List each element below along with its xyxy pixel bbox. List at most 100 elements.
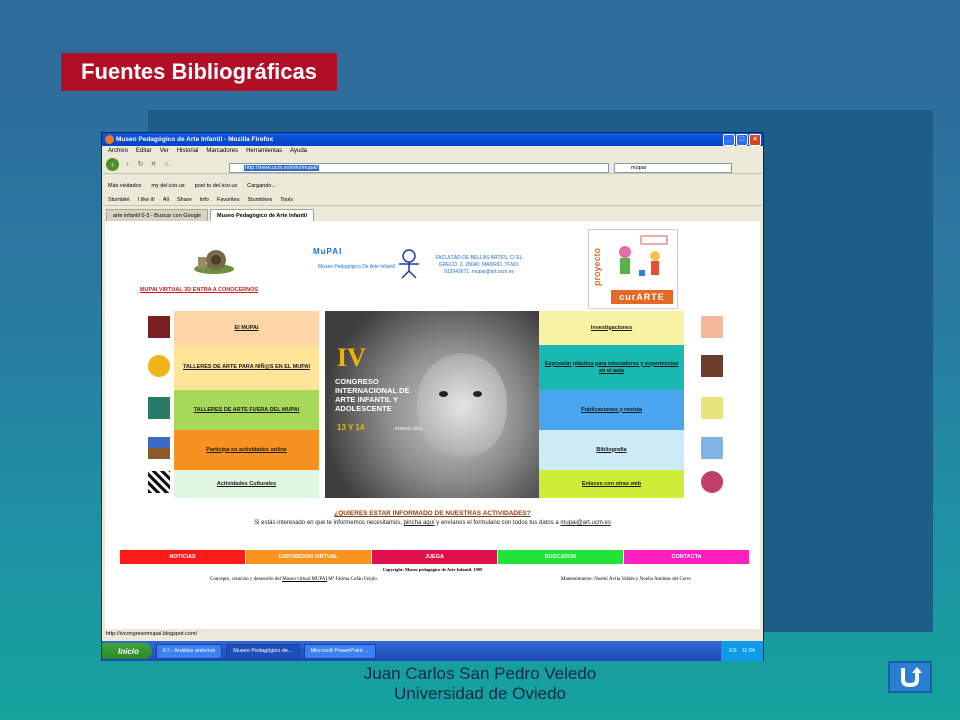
- stumble-button[interactable]: StumbleI: [108, 197, 130, 203]
- nav-contacta[interactable]: CONTACTA: [624, 550, 750, 564]
- tile-expresion-plastica[interactable]: Expresión plástica para educadores y exp…: [539, 345, 684, 390]
- snail-sculpture-icon[interactable]: [192, 247, 234, 275]
- status-bar: http://ivcongresomupai.blogspot.com/: [106, 631, 198, 637]
- menu-ver[interactable]: Ver: [160, 148, 169, 154]
- maximize-button[interactable]: □: [736, 134, 748, 146]
- menu-archivo[interactable]: Archivo: [108, 148, 128, 154]
- menu-herramientas[interactable]: Herramientas: [246, 148, 282, 154]
- tile-investigaciones[interactable]: Investigaciones: [539, 311, 684, 345]
- search-value: mupai: [631, 165, 646, 171]
- info-text: Si estás interesado en que te informemos…: [105, 520, 760, 526]
- forward-button[interactable]: ›: [123, 160, 132, 169]
- favorites-button[interactable]: Favorites: [217, 197, 240, 203]
- virtual-3d-link[interactable]: MUPAI VIRTUAL 3D ENTRA A CONOCERNOS: [140, 287, 258, 293]
- congress-number: IV: [337, 343, 366, 372]
- thumb-web-icon[interactable]: [701, 471, 723, 493]
- info-mid: y envíanos el formulario con todos tus d…: [436, 520, 559, 526]
- thumb-toy-icon[interactable]: [148, 397, 170, 419]
- thumb-classroom-icon[interactable]: [701, 355, 723, 377]
- tab-strip: arte infantil 0-3 - Buscar con Google Mu…: [102, 209, 763, 221]
- thumb-mupai-icon[interactable]: [148, 316, 170, 338]
- slide-title: Fuentes Bibliográficas: [61, 53, 337, 91]
- bookmark-post-delicious[interactable]: post to del.icio.us: [195, 183, 238, 189]
- bookmark-my-delicious[interactable]: my del.icio.us: [151, 183, 184, 189]
- minimize-button[interactable]: _: [723, 134, 735, 146]
- menu-ayuda[interactable]: Ayuda: [290, 148, 307, 154]
- clock: 11:04: [741, 648, 755, 654]
- nav-buscador[interactable]: BUSCADOR: [498, 550, 624, 564]
- nav-exposicion-virtual[interactable]: EXPOSICIÓN VIRTUAL: [246, 550, 372, 564]
- tile-actividades-culturales[interactable]: Actividades Culturales: [174, 470, 319, 498]
- tile-talleres-fuera[interactable]: TALLERES DE ARTE FUERA DEL MUPAI: [174, 390, 319, 430]
- bookmarks-toolbar: Más visitados my del.icio.us post to del…: [102, 180, 763, 192]
- start-button[interactable]: Inicio: [102, 643, 152, 659]
- menu-marcadores[interactable]: Marcadores: [206, 148, 238, 154]
- reload-icon[interactable]: ↻: [136, 160, 145, 169]
- mupai-logo-subtitle: Museo Pedagógico De Arte Infantil: [318, 264, 395, 270]
- search-input[interactable]: mupai: [614, 163, 732, 173]
- home-icon[interactable]: ⌂: [162, 160, 171, 169]
- stumblers-button[interactable]: Stumblers: [247, 197, 272, 203]
- nav-juega[interactable]: JUEGA: [372, 550, 498, 564]
- info-pre: Si estás interesado en que te informemos…: [254, 520, 402, 526]
- windows-taskbar: Inicio E:\ - Análisis antivirus Museo Pe…: [102, 641, 763, 661]
- share-button[interactable]: Share: [177, 197, 192, 203]
- credits-maintenance: Mantenimiento: Noemí Ávila Valdés y Noel…: [561, 577, 691, 582]
- menu-bar: Archivo Editar Ver Historial Marcadores …: [102, 146, 763, 156]
- system-tray: ES 11:04: [721, 641, 763, 661]
- credits-concept-pre: Concepto, creación y desarrollo del: [210, 577, 281, 582]
- tile-bibliografia[interactable]: Bibliografia: [539, 430, 684, 470]
- window-titlebar: Museo Pedagógico de Arte Infantil - Mozi…: [102, 133, 763, 146]
- url-bar[interactable]: http://www.ucm.es/info/mupai/: [229, 163, 609, 173]
- thumb-star-icon[interactable]: [701, 397, 723, 419]
- tile-publicaciones[interactable]: Publicaciones y revista: [539, 390, 684, 430]
- mupai-logo[interactable]: MuPAI: [313, 247, 342, 256]
- info-email-link[interactable]: mupai@art.ucm.es: [560, 520, 610, 526]
- congress-banner[interactable]: IV CONGRESO INTERNACIONAL DE ARTE INFANT…: [325, 311, 539, 498]
- stumbleupon-toolbar: StumbleI I like it! All Share Info Favor…: [102, 194, 763, 206]
- curarte-label: curARTE: [611, 290, 673, 304]
- task-antivirus[interactable]: E:\ - Análisis antivirus: [156, 643, 223, 659]
- close-button[interactable]: ×: [749, 134, 761, 146]
- site-nav-strip: NOTICIAS EXPOSICIÓN VIRTUAL JUEGA BUSCAD…: [120, 550, 750, 564]
- window-title: Museo Pedagógico de Arte Infantil - Mozi…: [116, 136, 274, 143]
- stick-figure-icon: [399, 249, 419, 279]
- tools-button[interactable]: Tools: [280, 197, 293, 203]
- task-firefox[interactable]: Museo Pedagógico de...: [226, 643, 300, 659]
- tile-talleres-mupai[interactable]: TALLERES DE ARTE PARA NIÑ@S EN EL MUPAI: [174, 345, 319, 390]
- all-dropdown[interactable]: All: [163, 197, 169, 203]
- tab-google[interactable]: arte infantil 0-3 - Buscar con Google: [106, 209, 209, 221]
- museo-virtual-link[interactable]: Museo virtual MUPAI: [282, 577, 327, 582]
- tile-actividades-online[interactable]: Participa en actividades online: [174, 430, 319, 470]
- info-heading: ¿QUIERES ESTAR INFORMADO DE NUESTRAS ACT…: [334, 510, 531, 517]
- thumb-pattern-icon[interactable]: [148, 471, 170, 493]
- thumb-magazine-icon[interactable]: [701, 437, 723, 459]
- institution-name: Universidad de Oviedo: [394, 684, 566, 703]
- info-button[interactable]: Info: [200, 197, 209, 203]
- stop-icon[interactable]: ✕: [149, 160, 158, 169]
- thumb-sun-icon[interactable]: [148, 355, 170, 377]
- return-arrow-icon: [901, 667, 922, 688]
- faculty-address: FACULTAD DE BELLAS ARTES. C/ EL GRECO, 2…: [435, 255, 523, 275]
- bookmark-cargando[interactable]: Cargando...: [247, 183, 276, 189]
- thumb-research-icon[interactable]: [701, 316, 723, 338]
- return-button[interactable]: [888, 661, 932, 693]
- language-indicator[interactable]: ES: [729, 648, 736, 654]
- thumb-landscape-icon[interactable]: [148, 437, 170, 459]
- bookmark-mas-visitados[interactable]: Más visitados: [108, 183, 141, 189]
- tile-el-mupai[interactable]: El MUPAI: [174, 311, 319, 345]
- back-button[interactable]: ‹: [106, 158, 119, 171]
- like-button[interactable]: I like it!: [138, 197, 155, 203]
- children-drawing-icon: [619, 235, 668, 276]
- menu-historial[interactable]: Historial: [177, 148, 199, 154]
- info-form-link[interactable]: pincha aquí: [404, 520, 435, 526]
- tile-enlaces[interactable]: Enlaces con otras web: [539, 470, 684, 498]
- firefox-window: Museo Pedagógico de Arte Infantil - Mozi…: [101, 132, 764, 661]
- nav-noticias[interactable]: NOTICIAS: [120, 550, 246, 564]
- footer-credits: Juan Carlos San Pedro Veledo Universidad…: [0, 664, 960, 704]
- curarte-banner[interactable]: proyecto curARTE: [588, 229, 678, 309]
- menu-editar[interactable]: Editar: [136, 148, 152, 154]
- tab-mupai[interactable]: Museo Pedagógico de Arte Infantil: [210, 209, 314, 221]
- child-face-photo: [417, 353, 507, 459]
- task-powerpoint[interactable]: Microsoft PowerPoint ...: [303, 643, 376, 659]
